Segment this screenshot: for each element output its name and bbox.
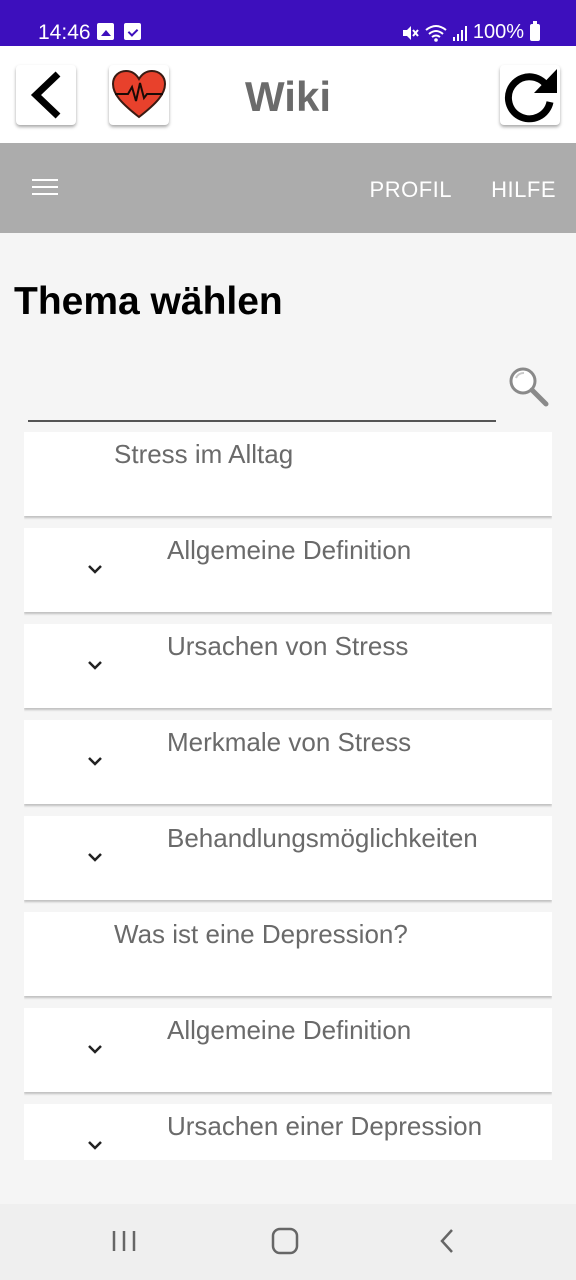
- page-header-title: Wiki: [245, 73, 331, 120]
- gallery-icon: [97, 23, 114, 40]
- list-item-label: Stress im Alltag: [114, 439, 294, 469]
- list-item-subtopic[interactable]: Allgemeine Definition: [24, 528, 552, 612]
- app-header: Wiki: [0, 46, 576, 143]
- list-item-label: Allgemeine Definition: [167, 1015, 412, 1045]
- chevron-down-icon: [88, 757, 102, 766]
- mute-icon: [402, 25, 419, 40]
- hamburger-icon[interactable]: [32, 179, 58, 197]
- list-item-label: Merkmale von Stress: [167, 727, 412, 757]
- list-item-label: Allgemeine Definition: [167, 535, 412, 565]
- back-icon[interactable]: [434, 1226, 460, 1256]
- profil-link[interactable]: PROFIL: [370, 177, 452, 203]
- list-item-label: Ursachen von Stress: [167, 631, 409, 661]
- search-input[interactable]: [28, 370, 496, 422]
- list-item-topic[interactable]: Stress im Alltag: [24, 432, 552, 516]
- status-bar: 14:46 100%: [0, 0, 576, 46]
- wifi-icon: [425, 24, 447, 42]
- search-icon[interactable]: [506, 364, 550, 408]
- list-item-subtopic[interactable]: Ursachen einer Depression: [24, 1104, 552, 1160]
- list-item-subtopic[interactable]: Ursachen von Stress: [24, 624, 552, 708]
- toolbar: PROFIL HILFE: [0, 143, 576, 233]
- page-title: Thema wählen: [14, 280, 283, 323]
- chevron-down-icon: [88, 853, 102, 862]
- list-item-subtopic[interactable]: Allgemeine Definition: [24, 1008, 552, 1092]
- hilfe-link[interactable]: HILFE: [491, 177, 556, 203]
- signal-icon: [452, 25, 467, 41]
- system-nav-bar: [0, 1204, 576, 1280]
- list-item-subtopic[interactable]: Merkmale von Stress: [24, 720, 552, 804]
- recent-apps-icon[interactable]: [110, 1226, 138, 1256]
- refresh-icon: [504, 69, 557, 123]
- checkbox-icon: [124, 23, 141, 40]
- list-item-subtopic[interactable]: Behandlungsmöglichkeiten: [24, 816, 552, 900]
- battery-percent: 100%: [472, 21, 524, 43]
- chevron-down-icon: [88, 565, 102, 574]
- list-item-topic[interactable]: Was ist eine Depression?: [24, 912, 552, 996]
- battery-icon: [530, 21, 540, 41]
- refresh-button[interactable]: [500, 65, 560, 125]
- chevron-down-icon: [88, 1141, 102, 1150]
- list-item-label: Behandlungsmöglichkeiten: [167, 823, 478, 853]
- chevron-down-icon: [88, 661, 102, 670]
- home-icon[interactable]: [270, 1226, 300, 1256]
- topic-list: Stress im Alltag Allgemeine Definition U…: [24, 432, 552, 1160]
- chevron-down-icon: [88, 1045, 102, 1054]
- list-item-label: Ursachen einer Depression: [167, 1111, 483, 1141]
- list-item-label: Was ist eine Depression?: [114, 919, 408, 949]
- status-time: 14:46: [38, 21, 91, 44]
